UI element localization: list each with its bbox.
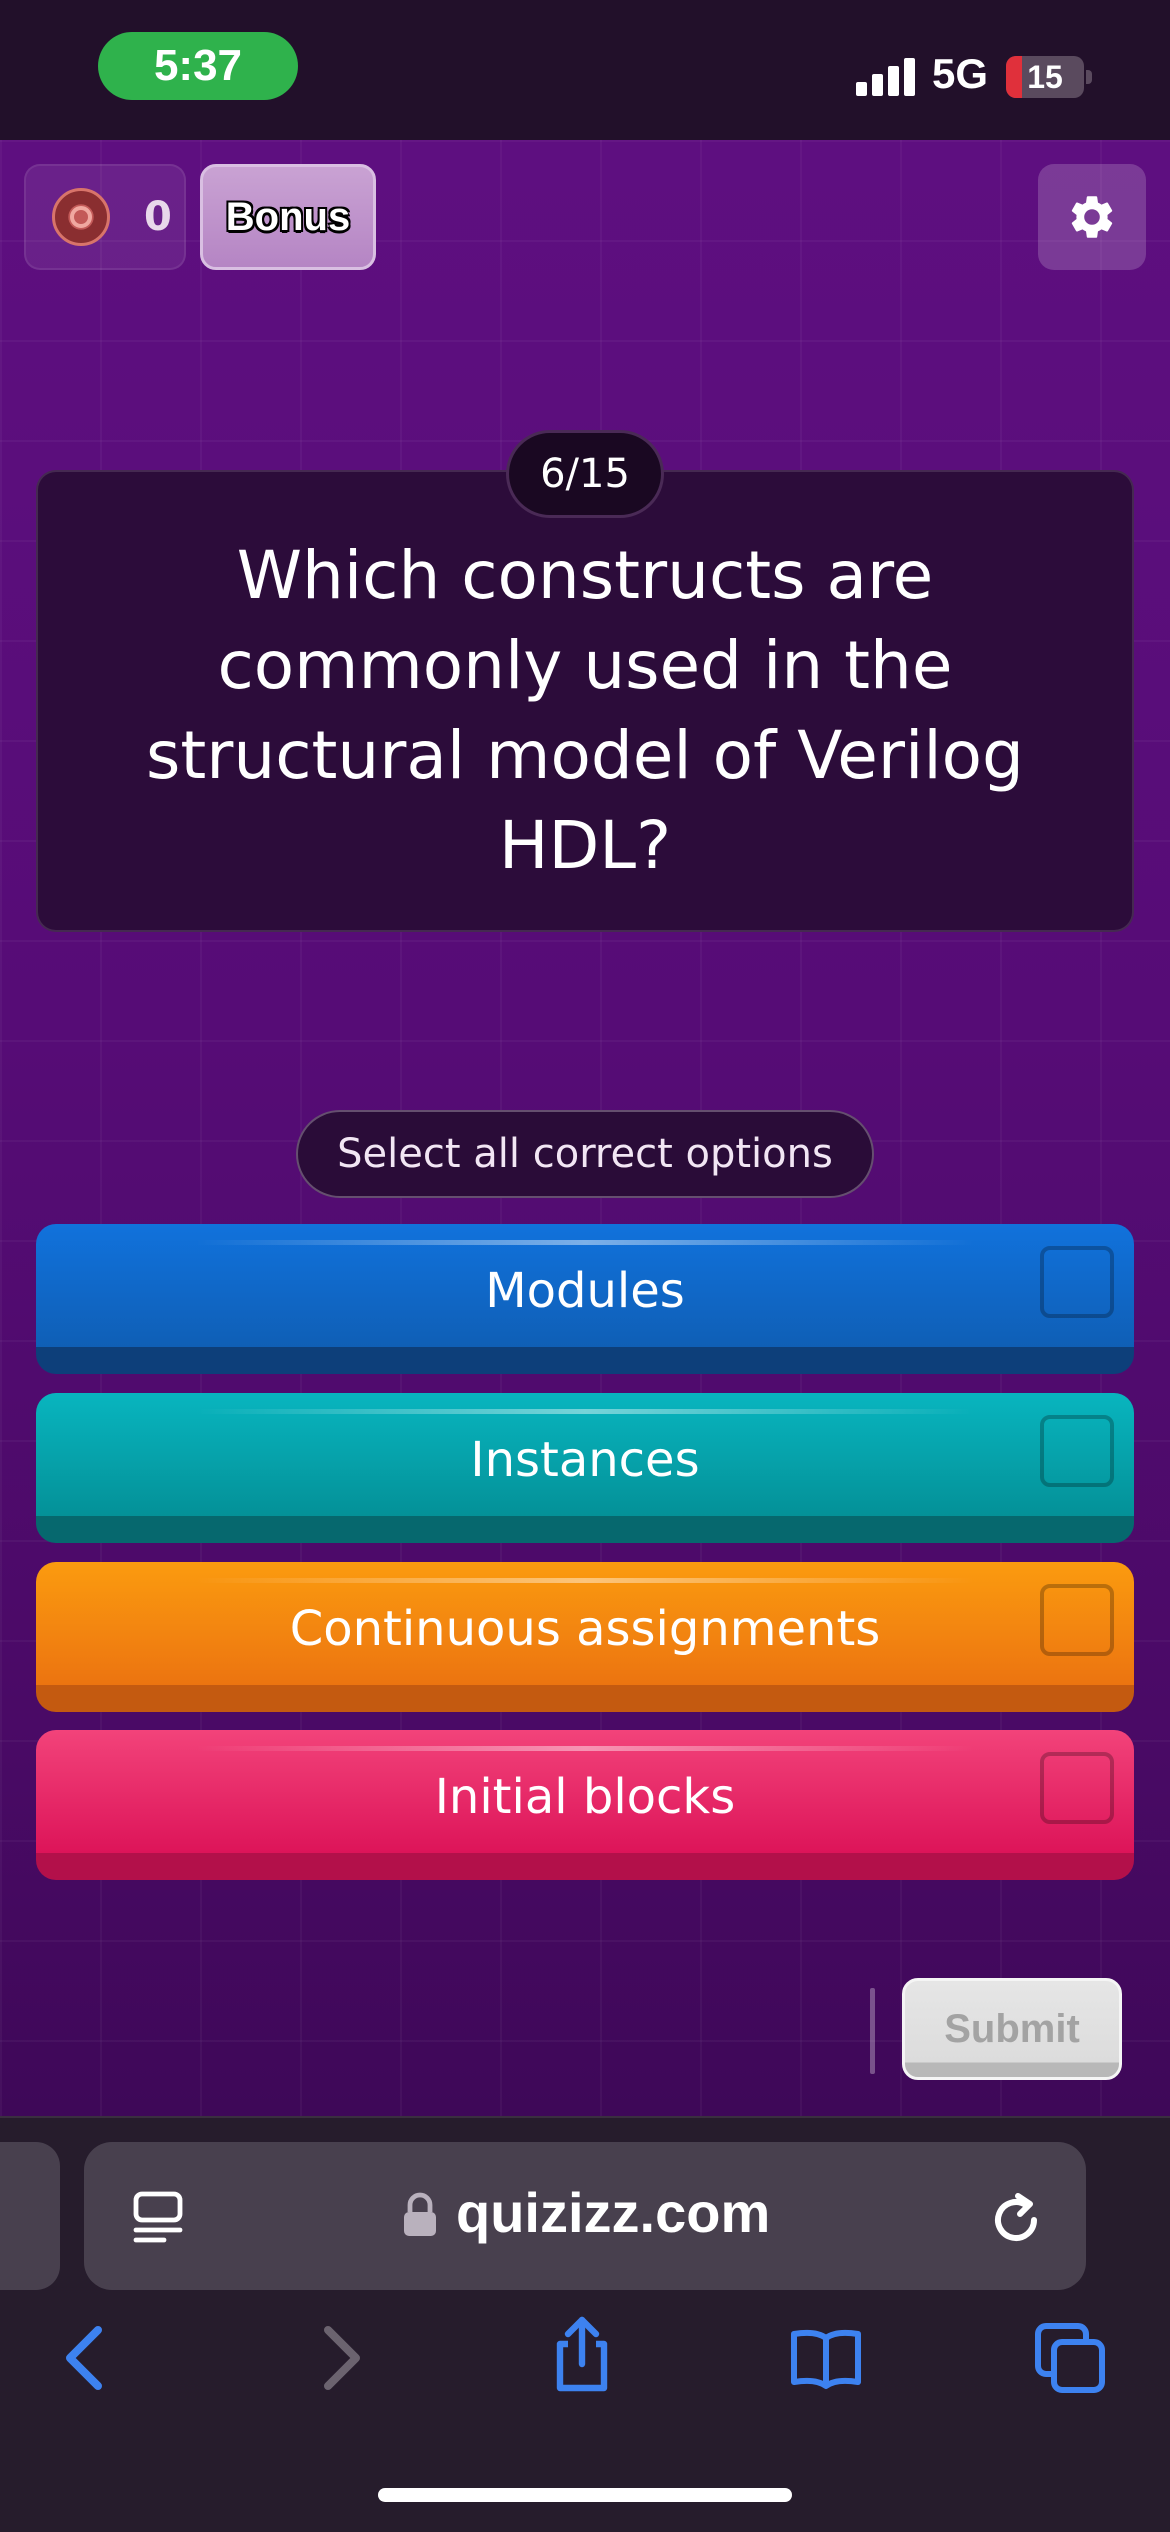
option-label: Continuous assignments	[289, 1601, 881, 1657]
score-value: 0	[144, 194, 172, 240]
signal-icon	[856, 58, 916, 96]
share-icon[interactable]	[542, 2314, 622, 2394]
previous-tab[interactable]	[0, 2142, 60, 2290]
option-label: Modules	[485, 1263, 685, 1319]
network-label: 5G	[932, 50, 989, 97]
address-bar[interactable]: quizizz.com	[84, 2142, 1086, 2290]
question-text: Which constructs are commonly used in th…	[146, 537, 1024, 884]
option-continuous-assignments[interactable]: Continuous assignments	[36, 1562, 1134, 1712]
option-instances[interactable]: Instances	[36, 1393, 1134, 1543]
clock: 5:37	[98, 32, 298, 100]
status-bar: 5:37 5G 15	[0, 0, 1170, 140]
back-icon[interactable]	[46, 2318, 126, 2398]
option-checkbox[interactable]	[1040, 1246, 1114, 1318]
option-checkbox[interactable]	[1040, 1584, 1114, 1656]
reader-icon[interactable]	[130, 2188, 190, 2248]
option-checkbox[interactable]	[1040, 1415, 1114, 1487]
powerup-score[interactable]: 0	[24, 164, 186, 270]
submit-divider	[870, 1988, 875, 2074]
tabs-icon[interactable]	[1030, 2318, 1110, 2398]
question-card: Which constructs are commonly used in th…	[36, 470, 1134, 932]
lock-icon	[404, 2192, 436, 2236]
browser-chrome: quizizz.com	[0, 2116, 1170, 2532]
powerup-icon	[52, 188, 110, 246]
quiz-area: 0 Bonus Which constructs are commonly us…	[0, 140, 1170, 2116]
gear-icon	[1071, 196, 1113, 238]
url-text: quizizz.com	[456, 2181, 771, 2244]
forward-icon[interactable]	[300, 2318, 380, 2398]
option-label: Initial blocks	[434, 1769, 736, 1825]
option-initial-blocks[interactable]: Initial blocks	[36, 1730, 1134, 1880]
reload-icon[interactable]	[984, 2186, 1048, 2250]
home-indicator[interactable]	[378, 2488, 792, 2502]
bonus-button[interactable]: Bonus	[200, 164, 376, 270]
option-checkbox[interactable]	[1040, 1752, 1114, 1824]
option-label: Instances	[470, 1432, 700, 1488]
question-counter: 6/15	[506, 430, 664, 518]
option-modules[interactable]: Modules	[36, 1224, 1134, 1374]
bookmarks-icon[interactable]	[786, 2318, 866, 2398]
settings-button[interactable]	[1038, 164, 1146, 270]
submit-button[interactable]: Submit	[902, 1978, 1122, 2080]
battery-icon: 15	[1006, 56, 1084, 98]
battery-level: 15	[1027, 58, 1063, 95]
battery-cap	[1086, 70, 1092, 84]
select-hint: Select all correct options	[296, 1110, 874, 1198]
